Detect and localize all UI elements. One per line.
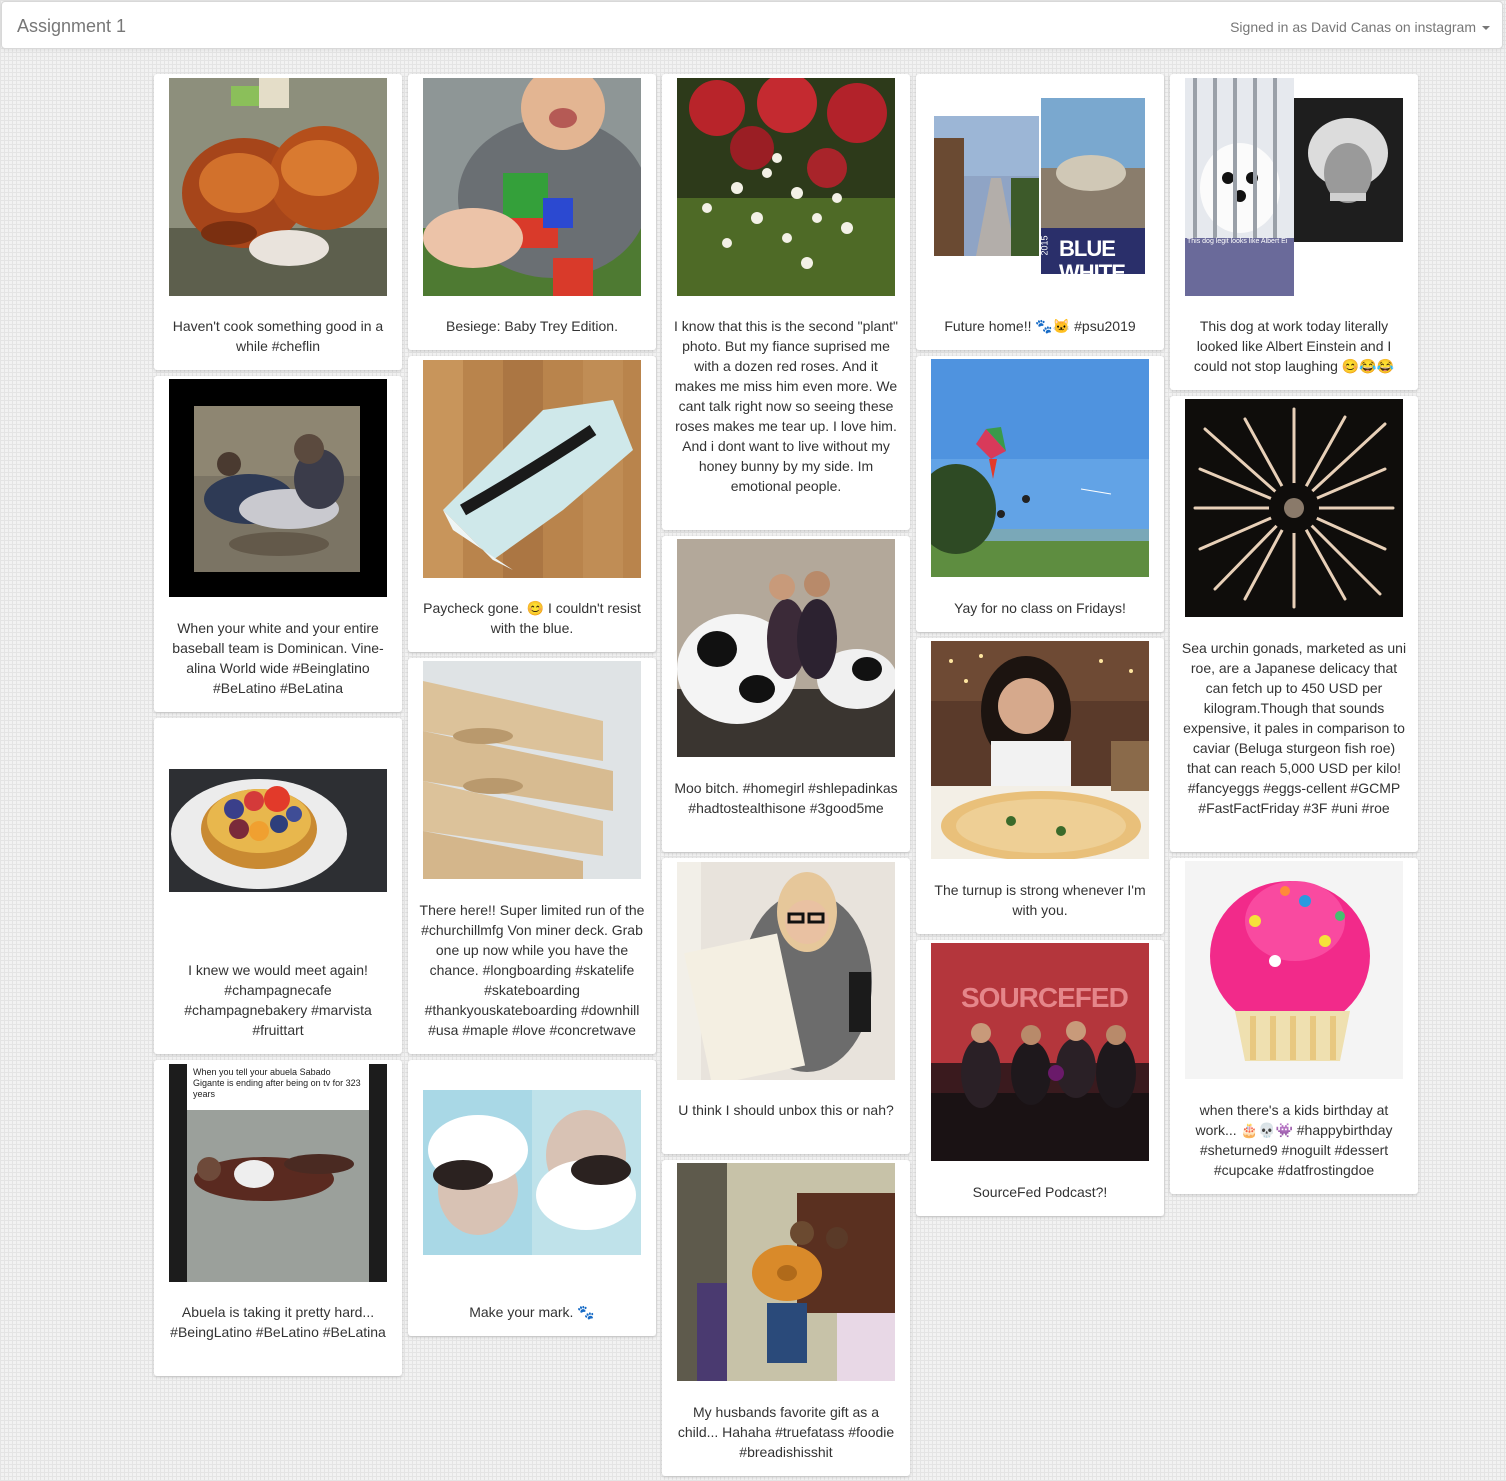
post-card[interactable]: Yay for no class on Fridays! — [916, 356, 1164, 632]
post-card[interactable]: BLUE WHITE 2015 Future home!! 🐾🐱 #psu201… — [916, 74, 1164, 350]
post-card[interactable]: This dog legit looks like Albert Einstei… — [1170, 74, 1418, 390]
post-caption: Paycheck gone. 😊 I couldn't resist with … — [423, 600, 641, 636]
post-photo[interactable]: SOURCEFED — [931, 943, 1149, 1161]
post-photo[interactable] — [931, 641, 1149, 859]
post-photo[interactable] — [169, 78, 387, 296]
post-photo[interactable] — [423, 360, 641, 578]
post-card[interactable]: The turnup is strong whenever I'm with y… — [916, 638, 1164, 934]
post-photo[interactable] — [423, 1090, 641, 1255]
caret-down-icon — [1482, 26, 1490, 31]
post-card[interactable]: U think I should unbox this or nah? — [662, 858, 910, 1154]
navbar: Assignment 1 Signed in as David Canas on… — [1, 1, 1503, 49]
post-caption: Moo bitch. #homegirl #shlepadinkas #hadt… — [674, 780, 898, 816]
year-text: 2015 — [1039, 235, 1050, 256]
sourcefed-sign-text: SOURCEFED — [961, 982, 1129, 1013]
post-card[interactable]: Paycheck gone. 😊 I couldn't resist with … — [408, 356, 656, 652]
post-card[interactable]: I know that this is the second "plant" p… — [662, 74, 910, 530]
post-caption: Besiege: Baby Trey Edition. — [446, 318, 618, 334]
post-card[interactable]: I knew we would meet again! #champagneca… — [154, 718, 402, 1054]
post-caption: Sea urchin gonads, marketed as uni roe, … — [1181, 640, 1407, 816]
post-caption: There here!! Super limited run of the #c… — [419, 902, 645, 1038]
post-photo[interactable] — [423, 78, 641, 296]
post-card[interactable]: When you tell your abuela Sabado Gigante… — [154, 1060, 402, 1376]
post-card[interactable]: Make your mark. 🐾 — [408, 1060, 656, 1336]
post-photo[interactable] — [677, 1163, 895, 1381]
post-card[interactable]: Besiege: Baby Trey Edition. — [408, 74, 656, 350]
post-card[interactable]: My husbands favorite gift as a child... … — [662, 1160, 910, 1476]
post-card[interactable]: There here!! Super limited run of the #c… — [408, 658, 656, 1054]
dog-einstein-text: This dog legit looks like Albert Einstei… — [1187, 238, 1287, 245]
post-caption: Abuela is taking it pretty hard... #Bein… — [170, 1304, 386, 1340]
post-card[interactable]: Sea urchin gonads, marketed as uni roe, … — [1170, 396, 1418, 852]
post-caption: Haven't cook something good in a while #… — [172, 318, 384, 354]
post-photo[interactable] — [677, 78, 895, 296]
post-photo[interactable] — [169, 379, 387, 597]
post-card[interactable]: Haven't cook something good in a while #… — [154, 74, 402, 370]
post-card[interactable]: When your white and your entire baseball… — [154, 376, 402, 712]
post-card[interactable]: SOURCEFED SourceFed Podcast?! — [916, 940, 1164, 1216]
post-caption: My husbands favorite gift as a child... … — [677, 1404, 895, 1460]
post-caption: when there's a kids birthday at work... … — [1195, 1102, 1393, 1178]
post-photo[interactable] — [423, 661, 641, 879]
blue-white-text: BLUE WHITE — [1059, 236, 1126, 285]
post-caption: The turnup is strong whenever I'm with y… — [934, 882, 1146, 918]
post-caption: When your white and your entire baseball… — [172, 620, 384, 696]
post-photo[interactable]: This dog legit looks like Albert Einstei… — [1185, 78, 1403, 296]
post-photo[interactable]: When you tell your abuela Sabado Gigante… — [169, 1064, 387, 1282]
post-caption: Make your mark. 🐾 — [469, 1304, 595, 1320]
post-caption: U think I should unbox this or nah? — [678, 1102, 894, 1118]
post-card[interactable]: when there's a kids birthday at work... … — [1170, 858, 1418, 1194]
post-photo[interactable]: BLUE WHITE 2015 — [931, 78, 1149, 296]
post-caption: Yay for no class on Fridays! — [954, 600, 1126, 616]
post-photo[interactable] — [677, 862, 895, 1080]
post-caption: SourceFed Podcast?! — [972, 1184, 1108, 1200]
post-caption: I know that this is the second "plant" p… — [674, 318, 898, 494]
post-photo[interactable] — [169, 769, 387, 892]
post-caption: This dog at work today literally looked … — [1193, 318, 1395, 374]
post-photo[interactable] — [931, 359, 1149, 577]
signin-label: Signed in as David Canas on instagram — [1230, 19, 1476, 35]
post-caption: I knew we would meet again! #champagneca… — [184, 962, 372, 1038]
account-menu[interactable]: Signed in as David Canas on instagram — [1230, 19, 1490, 35]
post-photo[interactable] — [1185, 861, 1403, 1079]
app-title[interactable]: Assignment 1 — [17, 16, 126, 37]
post-card[interactable]: Moo bitch. #homegirl #shlepadinkas #hadt… — [662, 536, 910, 852]
post-caption: Future home!! 🐾🐱 #psu2019 — [944, 318, 1136, 334]
post-photo[interactable] — [677, 539, 895, 757]
post-photo[interactable] — [1185, 399, 1403, 617]
meme-text: When you tell your abuela Sabado Gigante… — [193, 1067, 361, 1099]
